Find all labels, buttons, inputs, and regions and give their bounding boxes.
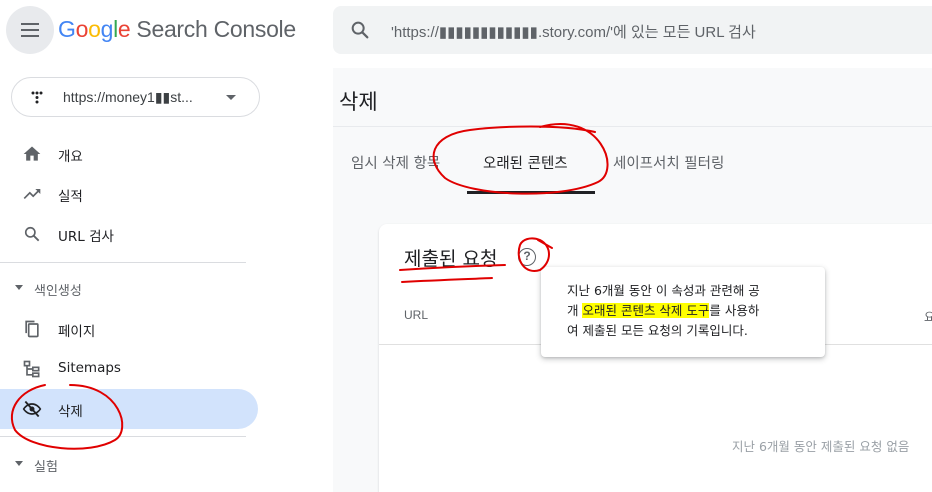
hamburger-icon bbox=[21, 23, 39, 37]
property-url: https://money1▮▮st... bbox=[63, 89, 193, 105]
chevron-down-icon bbox=[15, 285, 23, 290]
column-header-url[interactable]: URL bbox=[404, 308, 428, 322]
sidebar-item-label: 삭제 bbox=[58, 404, 83, 420]
search-placeholder[interactable]: 'https://▮▮▮▮▮▮▮▮▮▮▮▮.story.com/'에 있는 모든… bbox=[391, 21, 756, 42]
chevron-down-icon bbox=[226, 95, 236, 100]
property-selector[interactable]: https://money1▮▮st... bbox=[11, 77, 260, 117]
main-menu-button[interactable] bbox=[6, 6, 54, 54]
home-icon bbox=[23, 146, 41, 161]
property-favicon-icon bbox=[31, 91, 43, 104]
sidebar-item-overview[interactable]: 개요 bbox=[0, 134, 258, 174]
sidebar-item-removals[interactable]: 삭제 bbox=[0, 389, 258, 429]
search-icon bbox=[24, 226, 40, 242]
tab-temporary-removals[interactable]: 임시 삭제 항목 bbox=[351, 152, 440, 173]
eye-off-icon bbox=[22, 400, 42, 418]
sidebar-divider bbox=[0, 262, 246, 263]
active-tab-indicator bbox=[467, 191, 595, 194]
sidebar-item-url-inspection[interactable]: URL 검사 bbox=[0, 214, 258, 254]
tab-outdated-content[interactable]: 오래된 콘텐츠 bbox=[483, 152, 568, 173]
chevron-down-icon bbox=[15, 461, 23, 466]
section-experiment[interactable]: 실험 bbox=[0, 448, 258, 480]
pages-icon bbox=[25, 320, 39, 338]
card-title: 제출된 요청 bbox=[404, 248, 498, 270]
title-divider bbox=[333, 126, 932, 127]
sidebar-item-pages[interactable]: 페이지 bbox=[0, 309, 258, 349]
section-label: 색인생성 bbox=[34, 284, 82, 299]
section-indexing[interactable]: 색인생성 bbox=[0, 272, 258, 304]
sidebar-item-sitemaps[interactable]: Sitemaps bbox=[0, 349, 258, 389]
section-label: 실험 bbox=[34, 460, 58, 475]
tooltip-line: 개 오래된 콘텐츠 삭제 도구를 사용하 bbox=[567, 301, 805, 321]
logo-letter: g bbox=[100, 16, 114, 42]
url-inspect-search-bar[interactable]: 'https://▮▮▮▮▮▮▮▮▮▮▮▮.story.com/'에 있는 모든… bbox=[333, 6, 932, 54]
logo-letter: G bbox=[58, 16, 76, 42]
sidebar-item-label: Sitemaps bbox=[58, 360, 121, 376]
sidebar-item-label: 개요 bbox=[58, 149, 83, 165]
empty-state-message: 지난 6개월 동안 제출된 요청 없음 bbox=[732, 439, 910, 454]
logo-letter: o bbox=[75, 16, 89, 42]
product-name: Search Console bbox=[136, 16, 296, 42]
logo-letter: o bbox=[88, 16, 101, 42]
sitemap-icon bbox=[23, 360, 40, 378]
highlighted-tool-name: 오래된 콘텐츠 삭제 도구 bbox=[582, 303, 710, 318]
sidebar-item-performance[interactable]: 실적 bbox=[0, 174, 258, 214]
app-header: Google Search Console 'https://▮▮▮▮▮▮▮▮▮▮… bbox=[0, 0, 932, 68]
tab-safesearch-filtering[interactable]: 세이프서치 필터링 bbox=[613, 152, 724, 173]
column-header-request[interactable]: 요 bbox=[924, 308, 932, 325]
tooltip-line: 여 제출된 모든 요청의 기록입니다. bbox=[567, 323, 748, 338]
submitted-requests-card: 제출된 요청 ? URL 요 지난 6개월 동안 제출된 요청 없음 bbox=[379, 224, 932, 492]
tooltip-text: 를 사용하 bbox=[709, 303, 760, 318]
trending-up-icon bbox=[23, 189, 41, 199]
tooltip-line: 지난 6개월 동안 이 속성과 관련해 공 bbox=[567, 283, 760, 298]
search-console-logo[interactable]: Google Search Console bbox=[58, 16, 296, 43]
page-title: 삭제 bbox=[339, 90, 378, 114]
help-icon[interactable]: ? bbox=[518, 248, 536, 266]
search-icon bbox=[351, 21, 369, 39]
sidebar: https://money1▮▮st... 개요 실적 URL 검사 색인생성 … bbox=[0, 68, 275, 492]
tooltip-text: 개 bbox=[567, 303, 583, 318]
sidebar-divider bbox=[0, 436, 246, 437]
logo-letter: e bbox=[117, 16, 131, 42]
help-tooltip: 지난 6개월 동안 이 속성과 관련해 공 개 오래된 콘텐츠 삭제 도구를 사… bbox=[541, 267, 825, 357]
sidebar-item-label: 페이지 bbox=[58, 324, 96, 340]
sidebar-item-label: URL 검사 bbox=[58, 229, 114, 245]
sidebar-item-label: 실적 bbox=[58, 189, 83, 205]
